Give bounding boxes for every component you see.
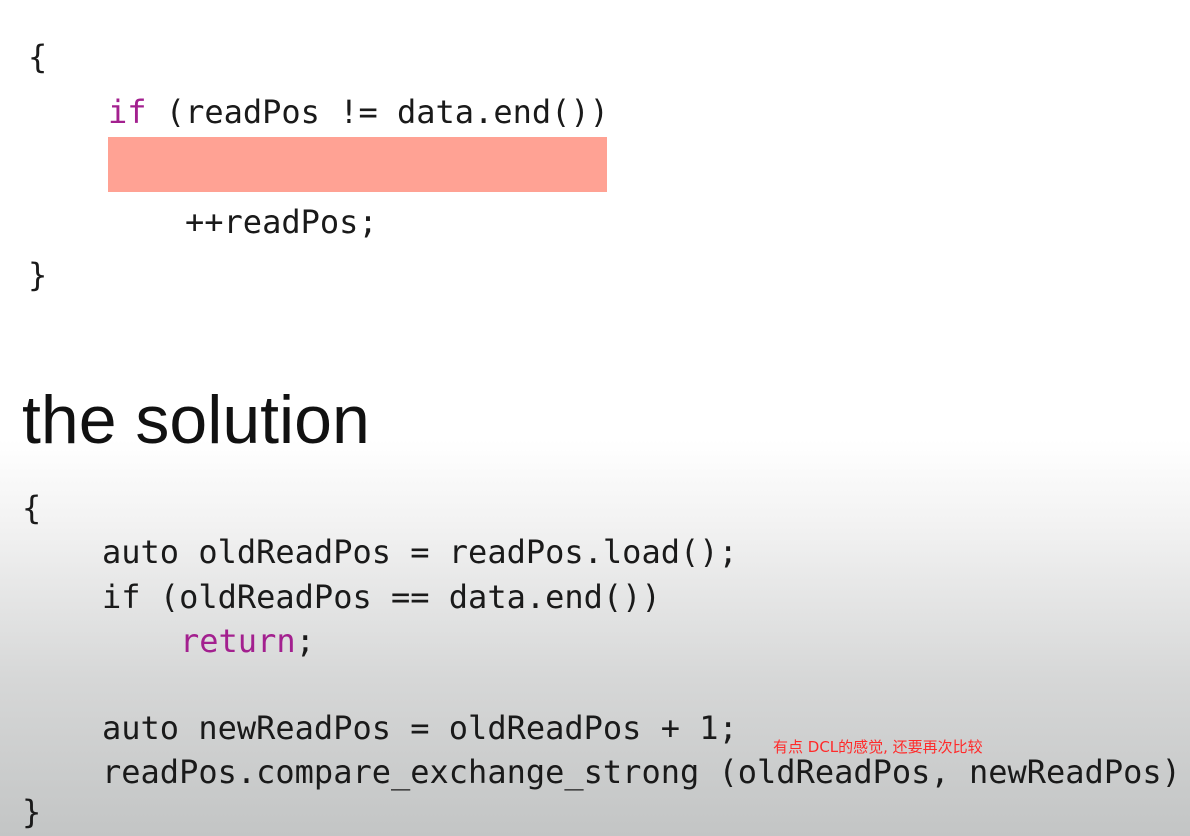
- solution-close-brace: }: [22, 793, 42, 831]
- annotation-note: 有点 DCL的感觉, 还要再次比较: [773, 738, 983, 756]
- solution-line-cas: readPos.compare_exchange_strong (oldRead…: [102, 753, 1181, 791]
- if-condition: (readPos != data.end()): [146, 93, 609, 131]
- keyword-return: return: [180, 622, 296, 660]
- code-open-brace: {: [28, 38, 48, 76]
- solution-line-if: if (oldReadPos == data.end()): [102, 578, 661, 616]
- semicolon: ;: [295, 622, 315, 660]
- solution-line-new-pos: auto newReadPos = oldReadPos + 1;: [102, 709, 738, 747]
- solution-line-return: return;: [180, 619, 315, 663]
- keyword-if: if: [108, 93, 147, 131]
- code-increment-line: ++readPos;: [185, 203, 378, 241]
- code-close-brace: }: [28, 256, 48, 294]
- section-heading: the solution: [22, 382, 370, 458]
- solution-open-brace: {: [22, 489, 42, 527]
- code-if-line: if (readPos != data.end()): [108, 90, 609, 134]
- solution-line-load: auto oldReadPos = readPos.load();: [102, 533, 738, 571]
- highlighted-missing-line: [108, 137, 607, 192]
